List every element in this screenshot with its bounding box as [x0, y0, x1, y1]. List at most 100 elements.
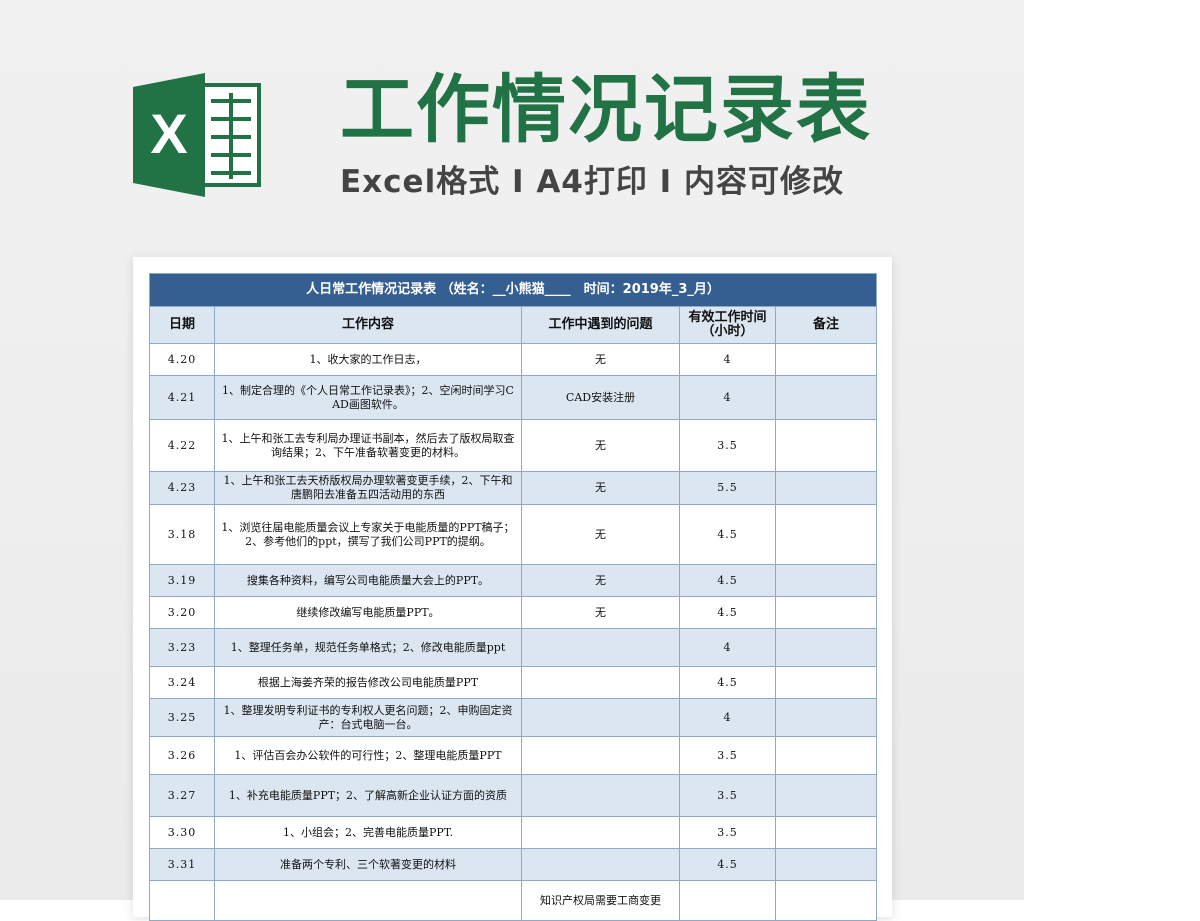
cell-content[interactable]: 准备两个专利、三个软著变更的材料 [214, 848, 522, 881]
cell-date[interactable]: 4.20 [149, 343, 215, 376]
table-row: 3.19 搜集各种资料，编写公司电能质量大会上的PPT。无 4.5 [149, 564, 878, 597]
cell-note[interactable] [774, 816, 878, 849]
cell-hours[interactable]: 4.5 [679, 596, 776, 629]
poster-background: X 工作情况记录表 Excel格式 I A4打印 I 内容可修改 人日常工作情况… [0, 0, 1024, 921]
cell-content[interactable]: 搜集各种资料，编写公司电能质量大会上的PPT。 [214, 564, 522, 597]
cell-hours[interactable]: 4.5 [679, 666, 776, 699]
work-record-table: 人日常工作情况记录表 （姓名：__小熊猫____ 时间：2019年_3_月） 日… [148, 273, 878, 921]
cell-content[interactable]: 继续修改编写电能质量PPT。 [214, 596, 522, 629]
cell-date[interactable] [149, 880, 215, 921]
table-row: 3.31 准备两个专利、三个软著变更的材料 4.5 [149, 848, 878, 881]
cell-issue[interactable]: 无 [521, 343, 680, 376]
cell-date[interactable]: 3.18 [149, 504, 215, 565]
cell-hours[interactable]: 3.5 [679, 736, 776, 775]
table-row: 4.21 1、制定合理的《个人日常工作记录表》；2、空闲时间学习CAD画图软件。 C… [149, 375, 878, 420]
cell-issue[interactable]: 无 [521, 596, 680, 629]
cell-issue[interactable]: 无 [521, 504, 680, 565]
cell-content[interactable]: 1、整理发明专利证书的专利权人更名问题；2、申购固定资产：台式电脑一台。 [214, 698, 522, 737]
table-row: 4.22 1、上午和张工去专利局办理证书副本，然后去了版权局取查询结果；2、下午准… [149, 419, 878, 472]
cell-note[interactable] [774, 666, 878, 699]
table-header-row: 日期 工作内容 工作中遇到的问题 有效工作时间 （小时） 备注 [149, 306, 878, 344]
cell-date[interactable]: 3.27 [149, 774, 215, 817]
table-caption-row: 人日常工作情况记录表 （姓名：__小熊猫____ 时间：2019年_3_月） [148, 273, 878, 307]
cell-note[interactable] [774, 564, 878, 597]
cell-content[interactable]: 1、补充电能质量PPT；2、了解高新企业认证方面的资质 [214, 774, 522, 817]
cell-date[interactable]: 4.21 [149, 375, 215, 420]
cell-note[interactable] [774, 848, 878, 881]
cell-hours[interactable]: 4 [679, 343, 776, 376]
cell-content[interactable]: 1、收大家的工作日志， [214, 343, 522, 376]
cell-issue[interactable] [521, 848, 680, 881]
column-header-hours-line1: 有效工作时间 [688, 310, 767, 325]
cell-note[interactable] [774, 880, 878, 921]
cell-hours[interactable]: 3.5 [679, 419, 776, 472]
column-header-hours-line2: （小时） [701, 324, 754, 339]
cell-hours[interactable]: 3.5 [679, 816, 776, 849]
table-row: 4.20 1、收大家的工作日志，无 4 [149, 343, 878, 376]
column-header-issue: 工作中遇到的问题 [521, 306, 680, 344]
sheet-paper: 人日常工作情况记录表 （姓名：__小熊猫____ 时间：2019年_3_月） 日… [133, 257, 892, 921]
table-row: 4.23 1、上午和张工去天桥版权局办理软著变更手续，2、下午和唐鹏阳去准备五四活… [149, 471, 878, 505]
cell-note[interactable] [774, 375, 878, 420]
svg-text:X: X [150, 102, 187, 165]
cell-date[interactable]: 3.19 [149, 564, 215, 597]
cell-date[interactable]: 3.20 [149, 596, 215, 629]
table-row: 3.18 1、浏览往届电能质量会议上专家关于电能质量的PPT稿子；2、参考他们的p… [149, 504, 878, 565]
table-row: 3.20 继续修改编写电能质量PPT。无 4.5 [149, 596, 878, 629]
cell-date[interactable]: 3.23 [149, 628, 215, 667]
table-row: 3.26 1、评估百会办公软件的可行性；2、整理电能质量PPT 3.5 [149, 736, 878, 775]
cell-content[interactable]: 根据上海姜齐荣的报告修改公司电能质量PPT [214, 666, 522, 699]
column-header-note: 备注 [774, 306, 878, 344]
cell-content[interactable]: 1、制定合理的《个人日常工作记录表》；2、空闲时间学习CAD画图软件。 [214, 375, 522, 420]
cell-issue[interactable] [521, 628, 680, 667]
cell-issue[interactable] [521, 666, 680, 699]
cell-issue[interactable] [521, 774, 680, 817]
cell-issue[interactable] [521, 736, 680, 775]
cell-note[interactable] [774, 471, 878, 505]
cell-hours[interactable]: 4.5 [679, 564, 776, 597]
cell-date[interactable]: 4.23 [149, 471, 215, 505]
cell-content[interactable]: 1、整理任务单，规范任务单格式；2、修改电能质量ppt [214, 628, 522, 667]
cell-note[interactable] [774, 774, 878, 817]
cell-issue[interactable] [521, 698, 680, 737]
cell-hours[interactable]: 3.5 [679, 774, 776, 817]
cell-date[interactable]: 3.24 [149, 666, 215, 699]
cell-issue[interactable]: 无 [521, 419, 680, 472]
cell-content[interactable]: 1、上午和张工去天桥版权局办理软著变更手续，2、下午和唐鹏阳去准备五四活动用的东… [214, 471, 522, 505]
cell-date[interactable]: 3.25 [149, 698, 215, 737]
page-title: 工作情况记录表 [340, 67, 872, 153]
cell-hours[interactable]: 4 [679, 375, 776, 420]
cell-date[interactable]: 3.30 [149, 816, 215, 849]
cell-content[interactable]: 1、上午和张工去专利局办理证书副本，然后去了版权局取查询结果；2、下午准备软著变… [214, 419, 522, 472]
column-header-hours: 有效工作时间 （小时） [679, 306, 776, 344]
cell-date[interactable]: 3.26 [149, 736, 215, 775]
cell-content[interactable]: 1、小组会；2、完善电能质量PPT. [214, 816, 522, 849]
cell-note[interactable] [774, 343, 878, 376]
cell-issue[interactable]: CAD安装注册 [521, 375, 680, 420]
cell-content[interactable]: 1、评估百会办公软件的可行性；2、整理电能质量PPT [214, 736, 522, 775]
table-row: 3.23 1、整理任务单，规范任务单格式；2、修改电能质量ppt 4 [149, 628, 878, 667]
cell-date[interactable]: 4.22 [149, 419, 215, 472]
cell-hours[interactable]: 4 [679, 698, 776, 737]
cell-issue[interactable]: 知识产权局需要工商变更 [521, 880, 680, 921]
cell-issue[interactable] [521, 816, 680, 849]
cell-issue[interactable]: 无 [521, 471, 680, 505]
cell-note[interactable] [774, 698, 878, 737]
cell-hours[interactable]: 4 [679, 628, 776, 667]
cell-hours[interactable]: 5.5 [679, 471, 776, 505]
cell-hours[interactable]: 4.5 [679, 848, 776, 881]
cell-note[interactable] [774, 419, 878, 472]
cell-date[interactable]: 3.31 [149, 848, 215, 881]
cell-note[interactable] [774, 504, 878, 565]
column-header-content: 工作内容 [214, 306, 522, 344]
cell-hours[interactable]: 4.5 [679, 504, 776, 565]
cell-content[interactable] [214, 880, 522, 921]
cell-note[interactable] [774, 736, 878, 775]
cell-issue[interactable]: 无 [521, 564, 680, 597]
cell-note[interactable] [774, 596, 878, 629]
excel-logo-icon: X [133, 73, 261, 197]
cell-note[interactable] [774, 628, 878, 667]
cell-hours[interactable] [679, 880, 776, 921]
table-row: 3.30 1、小组会；2、完善电能质量PPT. 3.5 [149, 816, 878, 849]
cell-content[interactable]: 1、浏览往届电能质量会议上专家关于电能质量的PPT稿子；2、参考他们的ppt，撰… [214, 504, 522, 565]
